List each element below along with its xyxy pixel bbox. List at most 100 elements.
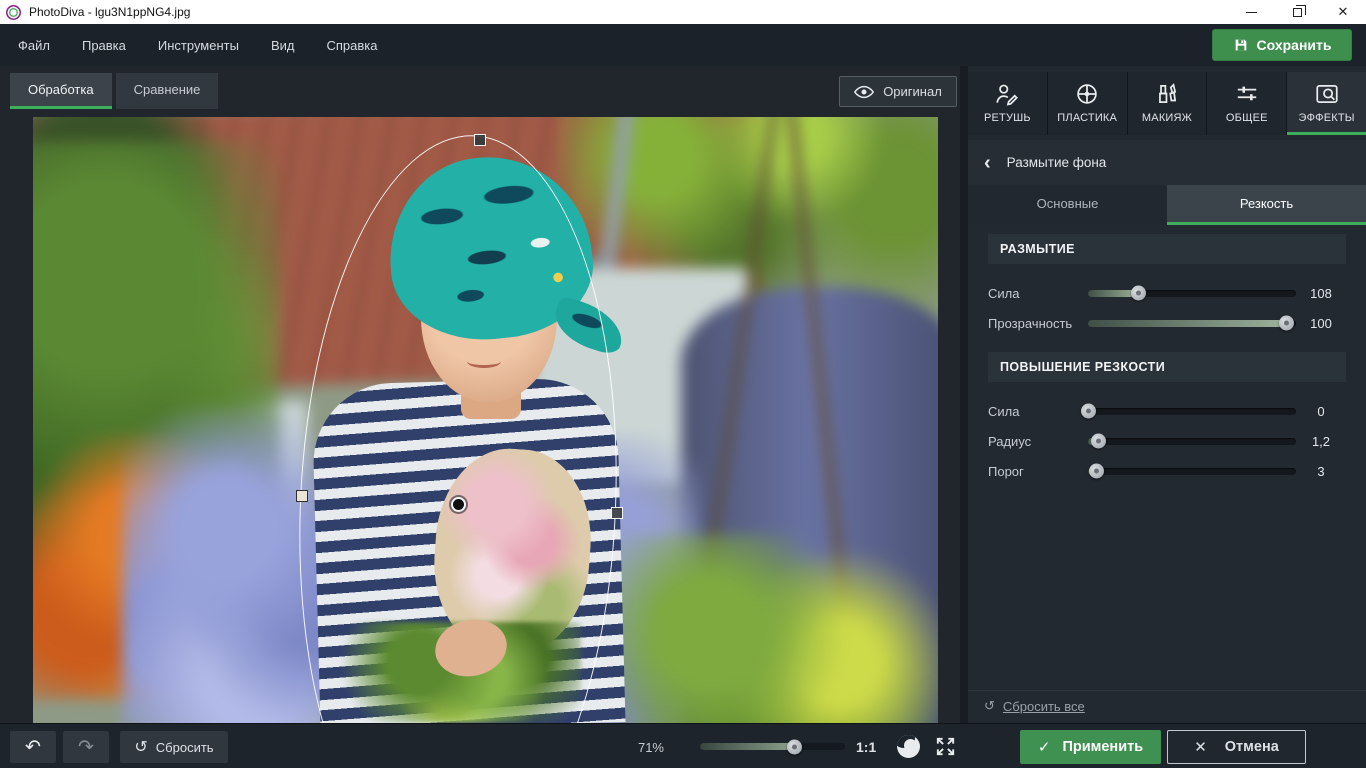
zoom-slider-knob[interactable]: [787, 739, 802, 754]
reset-icon: ↺: [134, 737, 147, 757]
zoom-level-value: 71%: [616, 740, 664, 755]
subtab-basic[interactable]: Основные: [968, 185, 1167, 225]
photo-canvas[interactable]: [33, 117, 938, 723]
back-chevron-icon[interactable]: ‹: [984, 153, 991, 173]
plastic-icon: [1074, 81, 1100, 107]
makeup-icon: [1154, 81, 1180, 107]
window-title: PhotoDiva - lgu3N1ppNG4.jpg: [29, 5, 190, 19]
selection-center-point[interactable]: [451, 497, 466, 512]
view-tabs: Обработка Сравнение: [10, 73, 218, 109]
original-button[interactable]: Оригинал: [839, 76, 957, 107]
tool-tab-label: ОБЩЕЕ: [1226, 112, 1268, 124]
adjustments-icon: [1234, 81, 1260, 107]
slider-knob[interactable]: [1091, 434, 1106, 449]
slider-row-sharpen-strength: Сила 0: [988, 396, 1346, 426]
tool-tab-plastic[interactable]: ПЛАСТИКА: [1048, 72, 1127, 135]
close-icon: ✕: [1194, 738, 1207, 756]
slider-value: 1,2: [1296, 434, 1346, 449]
close-button[interactable]: ✕: [1320, 0, 1366, 24]
tool-tab-label: ЭФФЕКТЫ: [1298, 112, 1354, 124]
reset-all-link[interactable]: ↺ Сбросить все: [984, 698, 1085, 714]
workspace: Обработка Сравнение Оригинал: [0, 66, 1366, 723]
tab-processing[interactable]: Обработка: [10, 73, 112, 109]
footer-toolbar: ↶ ↷ ↺ Сбросить 71% 1:1 ✓ Применить ✕ Отм…: [0, 723, 1366, 768]
minimize-icon: [1246, 12, 1257, 13]
right-panel: РЕТУШЬ ПЛАСТИКА МАКИЯЖ: [968, 66, 1366, 723]
menu-tools[interactable]: Инструменты: [144, 32, 253, 59]
slider-knob[interactable]: [1089, 464, 1104, 479]
restore-button[interactable]: [1274, 0, 1320, 24]
tool-tabs: РЕТУШЬ ПЛАСТИКА МАКИЯЖ: [968, 72, 1366, 135]
section-header-sharpen: ПОВЫШЕНИЕ РЕЗКОСТИ: [988, 352, 1346, 382]
tool-tab-label: МАКИЯЖ: [1142, 112, 1192, 124]
slider-value: 108: [1296, 286, 1346, 301]
section-header-blur: РАЗМЫТИЕ: [988, 234, 1346, 264]
tool-tab-label: ПЛАСТИКА: [1057, 112, 1117, 124]
cancel-button-label: Отмена: [1225, 739, 1279, 755]
effects-icon: [1314, 81, 1340, 107]
sharpen-radius-slider[interactable]: [1088, 438, 1296, 445]
slider-knob[interactable]: [1279, 316, 1294, 331]
menu-file[interactable]: Файл: [4, 32, 64, 59]
one-to-one-button[interactable]: 1:1: [856, 739, 876, 755]
tool-tab-retouch[interactable]: РЕТУШЬ: [968, 72, 1047, 135]
menu-edit[interactable]: Правка: [68, 32, 140, 59]
sharpen-threshold-slider[interactable]: [1088, 468, 1296, 475]
selection-handle-left[interactable]: [296, 490, 308, 502]
slider-row-sharpen-threshold: Порог 3: [988, 456, 1346, 486]
slider-value: 3: [1296, 464, 1346, 479]
zoom-slider[interactable]: [700, 743, 845, 750]
fit-to-face-icon[interactable]: [897, 735, 920, 758]
save-icon: [1233, 37, 1249, 53]
selection-handle-top[interactable]: [474, 134, 486, 146]
tool-tab-effects[interactable]: ЭФФЕКТЫ: [1287, 72, 1366, 135]
selection-handle-right[interactable]: [611, 507, 623, 519]
check-icon: ✓: [1038, 738, 1051, 756]
apply-button[interactable]: ✓ Применить: [1020, 730, 1161, 764]
menu-help[interactable]: Справка: [312, 32, 391, 59]
panel-sections: РАЗМЫТИЕ Сила 108 Прозрачность 100: [968, 225, 1366, 500]
slider-row-sharpen-radius: Радиус 1,2: [988, 426, 1346, 456]
blur-opacity-slider[interactable]: [1088, 320, 1296, 327]
panel-header: ‹ Размытие фона: [968, 140, 1366, 185]
sharpen-strength-slider[interactable]: [1088, 408, 1296, 415]
blur-strength-slider[interactable]: [1088, 290, 1296, 297]
slider-row-blur-opacity: Прозрачность 100: [988, 308, 1346, 338]
slider-knob[interactable]: [1131, 286, 1146, 301]
panel-subtabs: Основные Резкость: [968, 185, 1366, 225]
undo-button[interactable]: ↶: [10, 731, 56, 763]
slider-value: 0: [1296, 404, 1346, 419]
apply-button-label: Применить: [1062, 739, 1143, 755]
tool-tab-general[interactable]: ОБЩЕЕ: [1207, 72, 1286, 135]
menu-view[interactable]: Вид: [257, 32, 309, 59]
original-button-label: Оригинал: [883, 84, 942, 99]
slider-label: Сила: [988, 286, 1088, 301]
app-logo-icon: [6, 5, 21, 20]
canvas-area: Обработка Сравнение Оригинал: [0, 66, 960, 723]
fullscreen-icon[interactable]: [934, 735, 957, 758]
minimize-button[interactable]: [1228, 0, 1274, 24]
eye-icon: [854, 85, 874, 99]
reset-icon: ↺: [984, 698, 995, 714]
slider-value: 100: [1296, 316, 1346, 331]
tool-tab-makeup[interactable]: МАКИЯЖ: [1128, 72, 1207, 135]
menu-bar: Файл Правка Инструменты Вид Справка Сохр…: [0, 24, 1366, 66]
tool-tab-label: РЕТУШЬ: [984, 112, 1031, 124]
save-button-label: Сохранить: [1257, 37, 1332, 53]
save-button[interactable]: Сохранить: [1212, 29, 1352, 61]
restore-icon: [1293, 8, 1302, 17]
tab-comparison[interactable]: Сравнение: [116, 73, 219, 109]
reset-all-label: Сбросить все: [1003, 699, 1085, 714]
slider-label: Прозрачность: [988, 316, 1088, 331]
panel-title: Размытие фона: [1007, 155, 1107, 170]
slider-row-blur-strength: Сила 108: [988, 278, 1346, 308]
slider-knob[interactable]: [1081, 404, 1096, 419]
slider-label: Радиус: [988, 434, 1088, 449]
cancel-button[interactable]: ✕ Отмена: [1167, 730, 1306, 764]
reset-button[interactable]: ↺ Сбросить: [120, 731, 228, 763]
redo-button[interactable]: ↷: [63, 731, 109, 763]
subtab-sharpness[interactable]: Резкость: [1167, 185, 1366, 225]
slider-label: Порог: [988, 464, 1088, 479]
retouch-icon: [994, 81, 1020, 107]
panel-divider: [968, 690, 1366, 691]
